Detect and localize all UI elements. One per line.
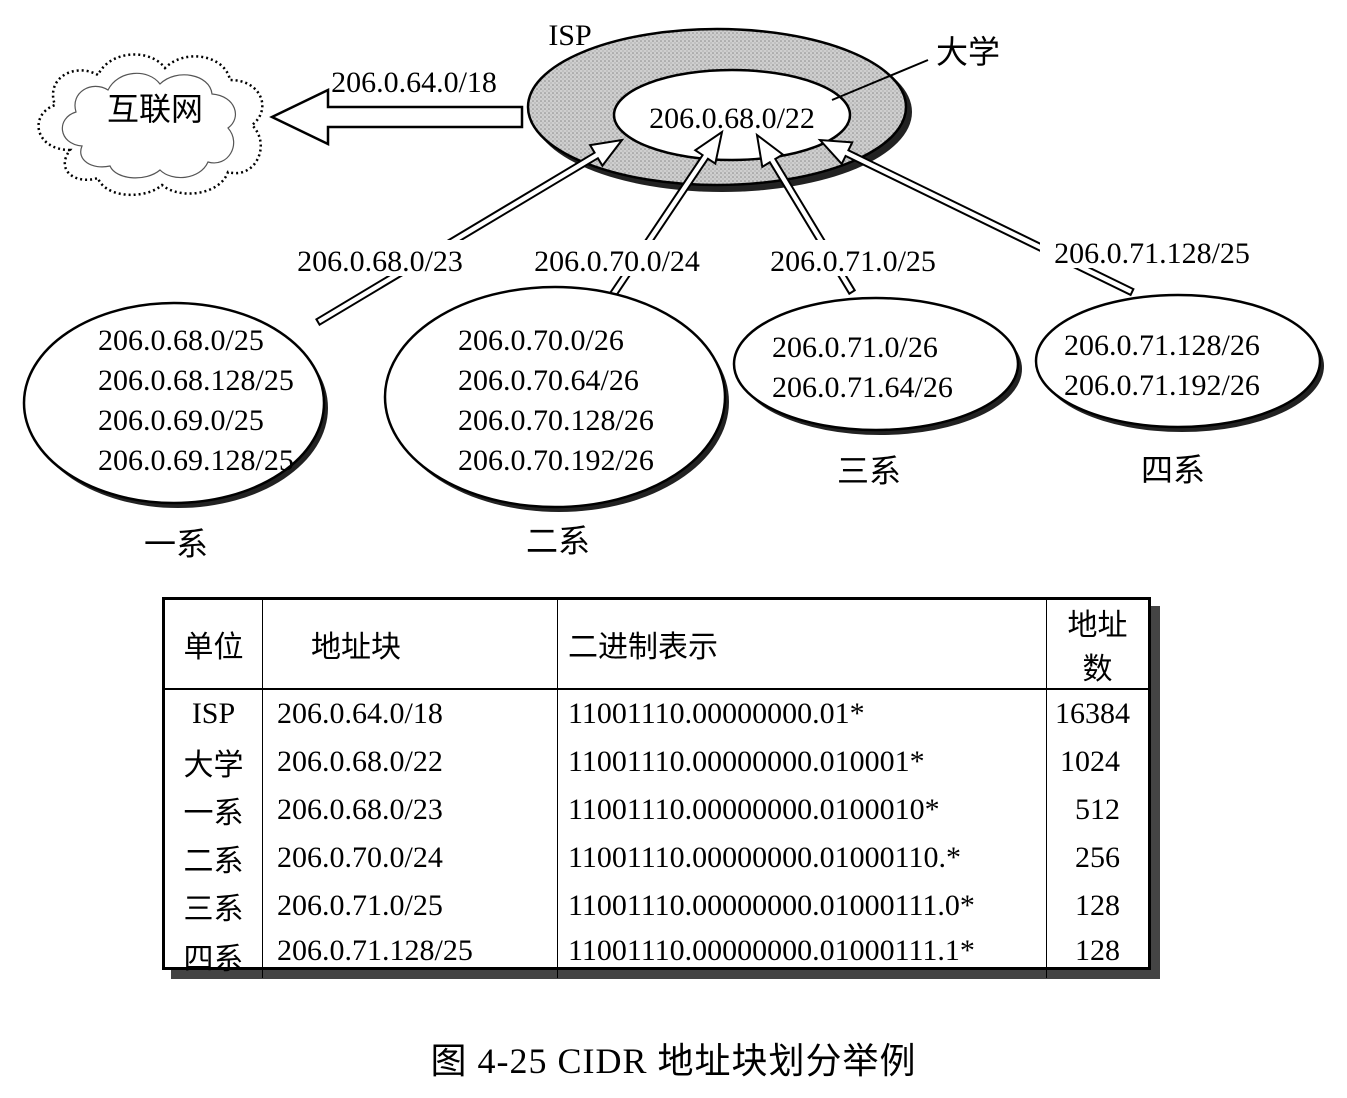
dept1-subnet: 206.0.69.128/25	[98, 444, 294, 477]
route-label-dept3: 206.0.71.0/25	[758, 240, 950, 278]
cell-count: 128	[1075, 934, 1120, 967]
cell-unit: 三系	[165, 882, 263, 930]
cidr-table-frame: 单位 地址块 二进制表示 地址数 ISP 206.0.64.0/18 11001…	[162, 597, 1151, 978]
internet-label: 互联网	[107, 91, 203, 127]
department-3: 206.0.71.0/26 206.0.71.64/26 三系	[732, 296, 1022, 489]
dept1-subnet: 206.0.68.128/25	[98, 364, 294, 397]
cell-binary: 11001110.00000000.01000111.0*	[557, 882, 1047, 930]
route-label-dept3-text: 206.0.71.0/25	[770, 245, 936, 278]
header-block: 地址块	[262, 600, 558, 690]
cell-count: 1024	[1060, 745, 1120, 778]
cell-binary: 11001110.00000000.01000111.1*	[557, 930, 1047, 978]
cell-unit: 一系	[165, 786, 263, 834]
cidr-table: 单位 地址块 二进制表示 地址数 ISP 206.0.64.0/18 11001…	[165, 600, 1148, 978]
cell-block: 206.0.68.0/22	[262, 738, 558, 786]
department-3-name: 三系	[837, 453, 901, 489]
internet-route-label: 206.0.64.0/18	[331, 66, 497, 99]
cell-count: 256	[1075, 841, 1120, 874]
university-block-label: 206.0.68.0/22	[649, 102, 815, 135]
dept1-subnet: 206.0.68.0/25	[98, 324, 264, 357]
table-row: 一系 206.0.68.0/23 11001110.00000000.01000…	[165, 786, 1148, 834]
cell-binary: 11001110.00000000.01000110.*	[557, 834, 1047, 882]
route-label-dept2-text: 206.0.70.0/24	[534, 245, 700, 278]
cell-block: 206.0.68.0/23	[262, 786, 558, 834]
header-unit: 单位	[165, 600, 263, 690]
university-label: 大学	[936, 34, 1000, 70]
dept1-subnet: 206.0.69.0/25	[98, 404, 264, 437]
dept2-subnet: 206.0.70.192/26	[458, 444, 654, 477]
dept4-subnet: 206.0.71.128/26	[1064, 329, 1260, 362]
cidr-network-diagram: 互联网 206.0.64.0/18 ISP 大学 206.0.68.0/22 2…	[22, 19, 1324, 562]
cell-count: 512	[1075, 793, 1120, 826]
cell-unit: 大学	[165, 738, 263, 786]
cell-block: 206.0.70.0/24	[262, 834, 558, 882]
cell-block: 206.0.64.0/18	[262, 689, 558, 738]
cell-binary: 11001110.00000000.0100010*	[557, 786, 1047, 834]
department-4: 206.0.71.128/26 206.0.71.192/26 四系	[1034, 293, 1324, 488]
table-header-row: 单位 地址块 二进制表示 地址数	[165, 600, 1148, 690]
department-1: 206.0.68.0/25 206.0.68.128/25 206.0.69.0…	[22, 301, 328, 562]
header-binary: 二进制表示	[557, 600, 1047, 690]
route-label-dept4: 206.0.71.128/25	[1040, 232, 1264, 270]
table-row: 四系 206.0.71.128/25 11001110.00000000.010…	[165, 930, 1148, 978]
cell-binary: 11001110.00000000.010001*	[557, 738, 1047, 786]
table-row: 大学 206.0.68.0/22 11001110.00000000.01000…	[165, 738, 1148, 786]
department-4-name: 四系	[1141, 452, 1205, 488]
cell-unit: 四系	[165, 930, 263, 978]
route-label-dept2: 206.0.70.0/24	[522, 240, 714, 278]
route-label-dept1: 206.0.68.0/23	[285, 240, 477, 278]
cell-block: 206.0.71.0/25	[262, 882, 558, 930]
header-count: 地址数	[1046, 600, 1148, 690]
cell-count: 128	[1075, 889, 1120, 922]
isp-label: ISP	[548, 19, 591, 52]
table-row: ISP 206.0.64.0/18 11001110.00000000.01* …	[165, 689, 1148, 738]
figure-caption: 图 4-25 CIDR 地址块划分举例	[430, 1041, 917, 1081]
route-label-dept4-text: 206.0.71.128/25	[1054, 237, 1250, 270]
department-2: 206.0.70.0/26 206.0.70.64/26 206.0.70.12…	[383, 285, 729, 559]
cell-unit: ISP	[165, 689, 263, 738]
cell-unit: 二系	[165, 834, 263, 882]
dept4-subnet: 206.0.71.192/26	[1064, 369, 1260, 402]
dept3-subnet: 206.0.71.0/26	[772, 331, 938, 364]
dept2-subnet: 206.0.70.0/26	[458, 324, 624, 357]
table-row: 三系 206.0.71.0/25 11001110.00000000.01000…	[165, 882, 1148, 930]
table-row: 二系 206.0.70.0/24 11001110.00000000.01000…	[165, 834, 1148, 882]
dept2-subnet: 206.0.70.128/26	[458, 404, 654, 437]
cell-block: 206.0.71.128/25	[262, 930, 558, 978]
dept3-subnet: 206.0.71.64/26	[772, 371, 953, 404]
cell-count: 16384	[1055, 697, 1130, 730]
department-2-name: 二系	[526, 523, 590, 559]
dept2-subnet: 206.0.70.64/26	[458, 364, 639, 397]
internet-cloud: 互联网	[37, 53, 264, 197]
cell-binary: 11001110.00000000.01*	[557, 689, 1047, 738]
department-3-ellipse	[732, 296, 1020, 432]
route-label-dept1-text: 206.0.68.0/23	[297, 245, 463, 278]
department-1-name: 一系	[144, 526, 208, 562]
